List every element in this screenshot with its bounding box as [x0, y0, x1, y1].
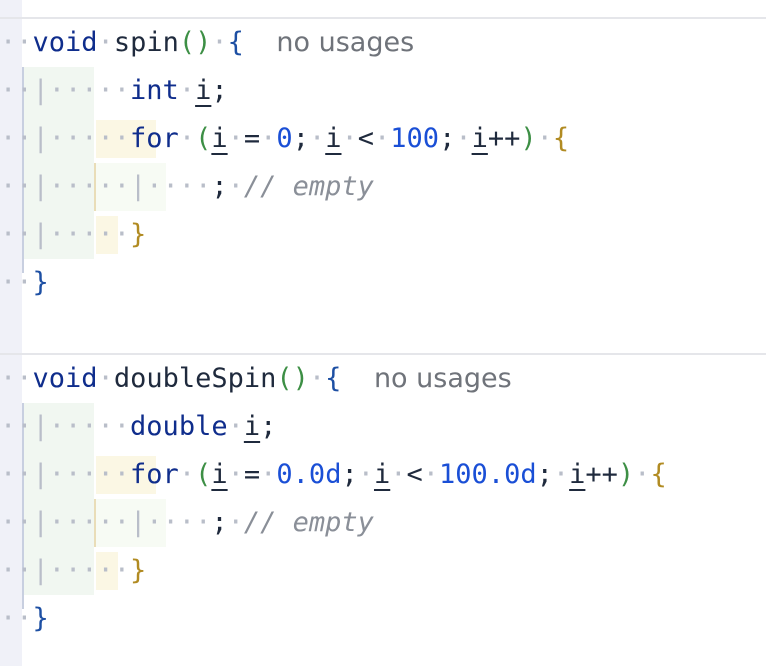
method-close-brace: } [32, 603, 49, 634]
variable-name[interactable]: i [244, 411, 260, 442]
loop-variable[interactable]: i [374, 459, 390, 490]
method-name[interactable]: spin [114, 27, 179, 58]
loop-variable[interactable]: i [325, 123, 341, 154]
loop-variable[interactable]: i [569, 459, 585, 490]
declaration-line: ··|·····double·i; [0, 411, 277, 442]
assign-operator: = [243, 123, 261, 154]
method-close-brace: } [32, 267, 49, 298]
semicolon: ; [536, 459, 553, 490]
loop-close-brace: } [130, 555, 147, 586]
for-loop-line: ··|·····for·(i·=·0.0d;·i·<·100.0d;·i++)·… [0, 459, 667, 490]
loop-open-paren: ( [195, 123, 212, 154]
loop-limit-value: 100 [390, 123, 440, 154]
loop-close-paren: ) [520, 123, 537, 154]
comment: // empty [243, 507, 374, 538]
for-keyword: for [130, 459, 179, 490]
return-type: void [32, 363, 98, 394]
loop-open-paren: ( [195, 459, 212, 490]
method-parens: () [178, 27, 212, 58]
usage-hint[interactable]: no usages [276, 27, 414, 58]
for-loop-line: ··|·····for·(i·=·0;·i·<·100;·i++)·{ [0, 123, 570, 154]
semicolon: ; [341, 459, 358, 490]
declaration-line: ··|·····int·i; [0, 75, 228, 106]
less-than-operator: < [406, 459, 423, 490]
empty-statement: ; [211, 507, 228, 538]
semicolon: ; [211, 75, 228, 106]
increment-operator: ++ [585, 459, 618, 490]
loop-close-brace: } [130, 219, 147, 250]
loop-limit-value: 100.0d [439, 459, 537, 490]
method-header-line: ··void·spin()·{ no usages [0, 27, 415, 58]
loop-variable[interactable]: i [472, 123, 488, 154]
variable-name[interactable]: i [195, 75, 211, 106]
loop-close-line: ··|·····} [0, 555, 147, 586]
comment: // empty [243, 171, 374, 202]
assign-operator: = [243, 459, 261, 490]
for-keyword: for [130, 123, 179, 154]
loop-variable[interactable]: i [211, 123, 227, 154]
semicolon: ; [292, 123, 309, 154]
loop-close-line: ··|·····} [0, 219, 147, 250]
method-name[interactable]: doubleSpin [114, 363, 277, 394]
empty-statement: ; [211, 171, 228, 202]
variable-type: int [130, 75, 179, 106]
loop-body-line: ··|·····|····;·// empty [0, 507, 374, 538]
usage-hint[interactable]: no usages [374, 363, 512, 394]
semicolon: ; [260, 411, 277, 442]
loop-open-brace: { [552, 123, 570, 154]
return-type: void [32, 27, 98, 58]
method-header-line: ··void·doubleSpin()·{ no usages [0, 363, 512, 394]
loop-body-line: ··|·····|····;·// empty [0, 171, 374, 202]
loop-init-value: 0.0d [276, 459, 342, 490]
method-open-brace: { [325, 363, 342, 394]
method-open-brace: { [227, 27, 244, 58]
loop-init-value: 0 [276, 123, 293, 154]
method-parens: () [276, 363, 309, 394]
variable-type: double [130, 411, 228, 442]
loop-variable[interactable]: i [211, 459, 227, 490]
loop-open-brace: { [650, 459, 667, 490]
method-close-line: ··} [0, 267, 49, 298]
increment-operator: ++ [487, 123, 521, 154]
method-close-line: ··} [0, 603, 49, 634]
loop-close-paren: ) [617, 459, 635, 490]
semicolon: ; [439, 123, 456, 154]
less-than-operator: < [357, 123, 375, 154]
